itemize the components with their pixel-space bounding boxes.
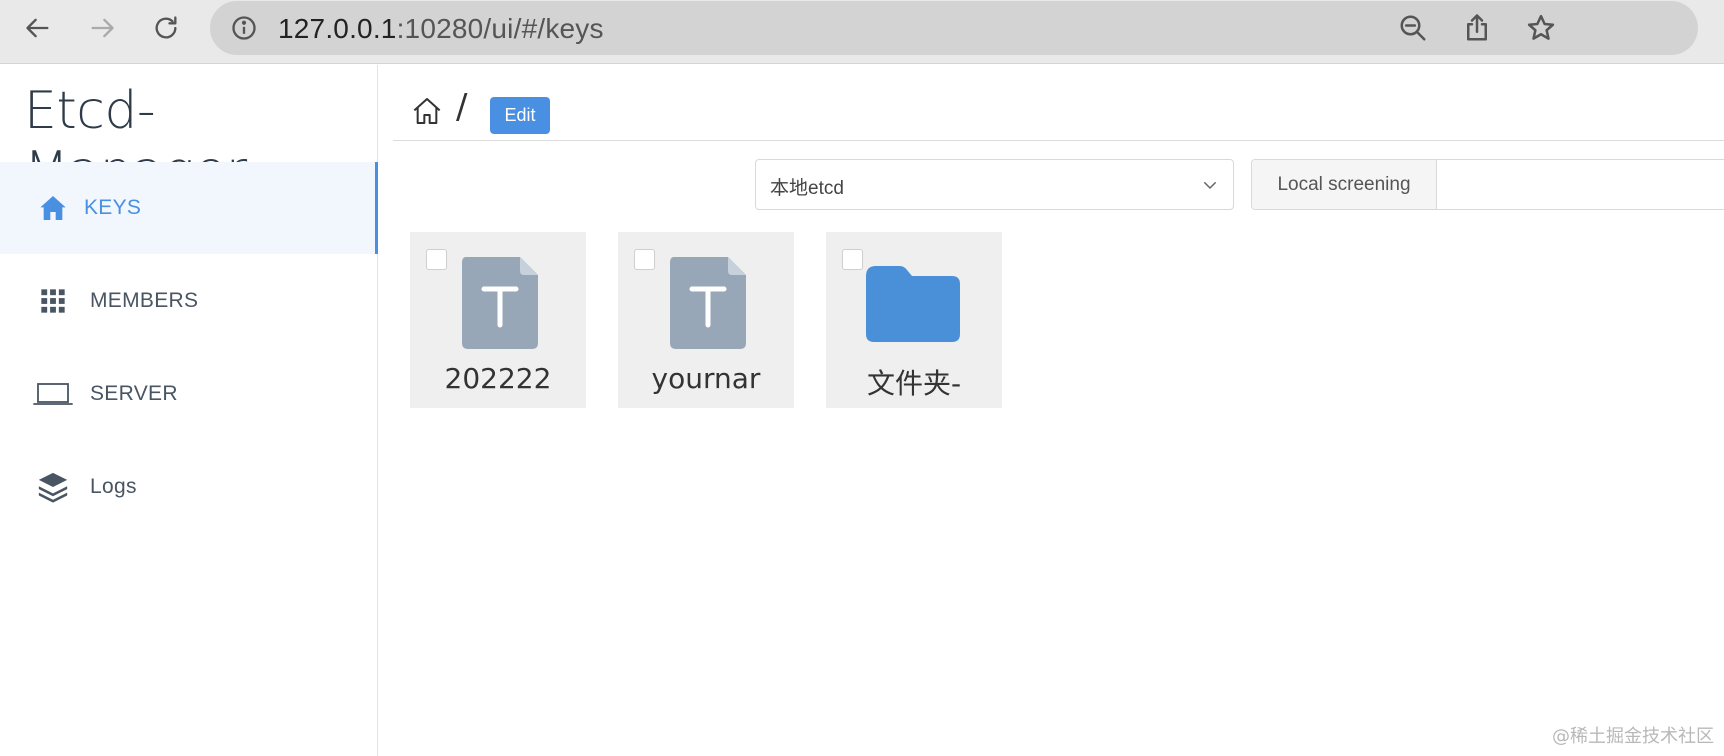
arrow-right-icon [91, 18, 114, 38]
share-button[interactable] [1460, 11, 1494, 45]
forward-button[interactable] [82, 8, 122, 48]
chevron-down-icon [1204, 182, 1216, 189]
main-content: / Edit 本地etcd Local screening 202222 you… [379, 65, 1724, 756]
browser-toolbar: 127.0.0.1:10280/ui/#/keys [0, 0, 1724, 64]
sidebar-item-label: MEMBERS [90, 289, 199, 312]
sidebar-item-label: SERVER [90, 382, 178, 405]
folder-icon [866, 266, 960, 342]
server-select[interactable]: 本地etcd [755, 159, 1234, 210]
reload-button[interactable] [146, 8, 186, 48]
star-icon [1527, 14, 1555, 40]
sidebar-item-logs[interactable]: Logs [0, 441, 378, 533]
key-checkbox[interactable] [634, 249, 655, 270]
sidebar-item-label: Logs [90, 475, 137, 498]
url-text[interactable]: 127.0.0.1:10280/ui/#/keys [278, 13, 604, 45]
text-file-icon [462, 257, 538, 349]
arrow-left-icon [26, 18, 49, 38]
key-card[interactable]: 文件夹- [826, 232, 1002, 408]
layers-icon [36, 470, 70, 504]
sidebar-item-members[interactable]: MEMBERS [0, 255, 378, 347]
zoom-out-icon [1400, 15, 1426, 41]
laptop-icon [33, 377, 73, 411]
bookmark-button[interactable] [1524, 11, 1558, 45]
address-bar[interactable]: 127.0.0.1:10280/ui/#/keys [210, 1, 1698, 55]
sidebar-item-label: KEYS [84, 196, 142, 219]
zoom-button[interactable] [1396, 11, 1430, 45]
share-icon [1467, 14, 1487, 41]
key-name: yournar [651, 362, 761, 395]
home-breadcrumb-icon[interactable] [411, 95, 443, 127]
breadcrumb-separator: / [456, 87, 468, 127]
key-card[interactable]: yournar [618, 232, 794, 408]
server-select-value: 本地etcd [770, 178, 844, 199]
text-file-icon [670, 257, 746, 349]
reload-icon [155, 16, 177, 39]
filter-input[interactable] [1438, 160, 1724, 209]
filter-label: Local screening [1252, 160, 1437, 209]
url-host: 127.0.0.1 [278, 13, 397, 44]
sidebar: Etcd-Manager KEYS MEMBERS SERVER Logs [0, 65, 378, 756]
grid-icon [36, 284, 70, 318]
key-checkbox[interactable] [842, 249, 863, 270]
breadcrumb: / Edit [393, 65, 1724, 141]
local-screening-filter: Local screening [1251, 159, 1724, 210]
url-path: :10280/ui/#/keys [396, 13, 604, 44]
key-name: 文件夹- [866, 367, 962, 400]
sidebar-item-keys[interactable]: KEYS [0, 162, 378, 254]
key-checkbox[interactable] [426, 249, 447, 270]
home-icon [36, 191, 70, 225]
back-button[interactable] [18, 8, 58, 48]
sidebar-item-server[interactable]: SERVER [0, 348, 378, 440]
edit-button[interactable]: Edit [490, 97, 550, 134]
key-name: 202222 [444, 362, 552, 395]
info-icon[interactable] [230, 14, 258, 42]
key-card[interactable]: 202222 [410, 232, 586, 408]
watermark: @稀土掘金技术社区 [1552, 726, 1714, 747]
